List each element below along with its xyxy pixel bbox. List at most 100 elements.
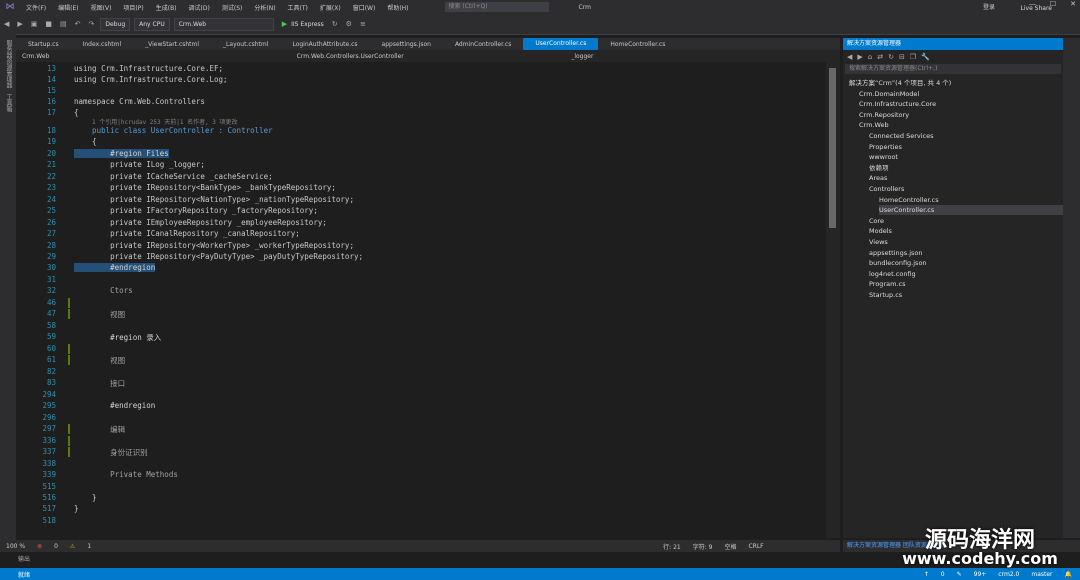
configuration-select[interactable]: Debug [100,17,131,31]
search-input[interactable]: 搜索 (Ctrl+Q) [444,2,549,12]
tree-item[interactable]: Core [869,216,1063,226]
code-text: 视图 [74,356,126,365]
class-dropdown[interactable]: Crm.Web.Controllers.UserController [291,53,566,60]
warning-icon[interactable]: ⚠ [64,543,81,550]
line-position: 行: 21 [663,543,681,551]
save-all-icon[interactable]: ▤ [56,20,71,28]
menu-item[interactable]: 调试(D) [183,3,216,12]
menu-item[interactable]: 测试(S) [216,3,249,12]
tree-item[interactable]: Crm.Repository [859,110,1063,120]
collapse-all-icon[interactable]: ⊟ [899,53,905,61]
tree-item[interactable]: 解决方案“Crm”(4 个项目, 共 4 个) [849,78,1063,88]
code-text: private IRepository<BankType> _bankTypeR… [74,183,336,192]
code-editor[interactable]: 13 using Crm.Infrastructure.Core.EF; 14 usi… [16,62,826,538]
editor-tab[interactable]: Startup.cs [16,41,71,48]
back-icon[interactable]: ◀ [0,20,13,28]
sync-icon[interactable]: ⇄ [877,53,883,61]
refresh-icon[interactable]: ↻ [888,53,894,61]
repository-name[interactable]: crm2.0 [998,571,1019,578]
menu-item[interactable]: 工具(T) [282,3,314,12]
tree-item[interactable]: bundleconfig.json [869,258,1063,268]
tree-item[interactable]: wwwroot [869,152,1063,162]
editor-tab[interactable]: Index.cshtml [71,41,134,48]
refresh-icon[interactable]: ↻ [328,20,342,28]
solution-search-input[interactable]: 搜索解决方案资源管理器(Ctrl+;) [845,64,1061,74]
menu-items: 文件(F) 编辑(E) 视图(V) 项目(P) 生成(B) 调试(D) 测试(S) 分析(N)… [20,3,415,12]
tree-item[interactable]: 依赖项 [869,163,1063,173]
pencil-icon[interactable]: ✎ [957,571,962,578]
menu-item[interactable]: 视图(V) [85,3,118,12]
notification-icon[interactable]: 🔔 [1065,571,1072,578]
save-icon[interactable]: ■ [41,20,56,28]
sign-in-link[interactable]: 登录 [983,2,995,11]
menu-item[interactable]: 帮助(H) [381,3,414,12]
tree-item[interactable]: Areas [869,173,1063,183]
scrollbar-thumb[interactable] [829,68,836,228]
tree-item[interactable]: Properties [869,142,1063,152]
error-icon[interactable]: ⊗ [31,543,48,550]
push-icon[interactable]: ↑ [924,571,929,578]
tree-item[interactable]: HomeController.cs [879,195,1063,205]
warning-count: 1 [87,542,92,550]
tree-item[interactable]: appsettings.json [869,248,1063,258]
tree-item[interactable]: Crm.DomainModel [859,89,1063,99]
tree-item[interactable]: Views [869,237,1063,247]
editor-tab[interactable]: _ViewStart.cshtml [133,41,211,48]
tree-item[interactable]: Program.cs [869,279,1063,289]
home-icon[interactable]: ⌂ [868,53,872,61]
editor-tab[interactable]: AdminController.cs [443,41,523,48]
settings-icon[interactable]: ⚙ [342,20,356,28]
editor-status-bar: 100 % ⊗ 0 ⚠ 1 行: 21 字符: 9 空格 CRLF [0,540,840,552]
toolbox-tab[interactable]: 工具箱 [4,94,13,112]
line-number: 83 [46,378,56,387]
editor-tab[interactable]: LoginAuthAttribute.cs [280,41,369,48]
change-indicator [68,344,70,354]
redo-icon[interactable]: ↷ [85,20,99,28]
tree-item[interactable]: Models [869,226,1063,236]
startup-project-select[interactable]: Crm.Web [173,17,274,31]
menu-item[interactable]: 分析(N) [248,3,281,12]
project-dropdown[interactable]: Crm.Web [16,53,291,60]
live-share-button[interactable]: Live Share [1021,5,1052,12]
platform-select[interactable]: Any CPU [134,17,170,31]
menu-item[interactable]: 项目(P) [117,3,149,12]
line-number: 515 [42,482,56,491]
menu-item[interactable]: 生成(B) [150,3,183,12]
server-explorer-tab[interactable]: 服务器资源管理器 [4,40,13,88]
member-dropdown[interactable]: _logger [565,53,840,60]
back-icon[interactable]: ◀ [847,53,852,61]
line-number: 17 [46,108,56,117]
show-all-files-icon[interactable]: ❐ [910,53,916,61]
changes-count[interactable]: 99+ [974,571,987,578]
tree-item[interactable]: log4net.config [869,269,1063,279]
forward-icon[interactable]: ▶ [13,20,26,28]
code-text: private IRepository<WorkerType> _workerT… [74,241,354,250]
editor-tab[interactable]: HomeController.cs [598,41,677,48]
zoom-level[interactable]: 100 % [0,543,31,550]
forward-icon[interactable]: ▶ [857,53,862,61]
run-button[interactable]: IIS Express [287,21,328,28]
undo-icon[interactable]: ↶ [71,20,85,28]
editor-tab[interactable]: appsettings.json [370,41,443,48]
menu-item[interactable]: 扩展(X) [314,3,347,12]
editor-tab[interactable]: UserController.cs [523,38,599,50]
tree-item[interactable]: Crm.Web [859,120,1063,130]
menu-item[interactable]: 窗口(W) [347,3,382,12]
menu-item[interactable]: 文件(F) [20,3,52,12]
app-title: Crm [578,3,591,11]
tree-item[interactable]: UserController.cs [879,205,1063,216]
tree-item[interactable]: Controllers [869,184,1063,194]
close-icon[interactable]: ✕ [1070,0,1076,8]
line-number: 516 [42,493,56,502]
menu-item[interactable]: 编辑(E) [52,3,84,12]
properties-icon[interactable]: 🔧 [921,53,930,61]
tree-item[interactable]: Connected Services [869,131,1063,141]
new-project-icon[interactable]: ▣ [27,20,42,28]
tree-item[interactable]: Crm.Infrastructure.Core [859,99,1063,109]
editor-tab[interactable]: _Layout.cshtml [211,41,280,48]
branch-name[interactable]: master [1031,571,1052,578]
editor-scrollbar[interactable] [826,62,840,538]
comment-icon[interactable]: ≡ [356,20,370,28]
pending-changes-count[interactable]: 0 [941,571,945,578]
tree-item[interactable]: Startup.cs [869,290,1063,300]
